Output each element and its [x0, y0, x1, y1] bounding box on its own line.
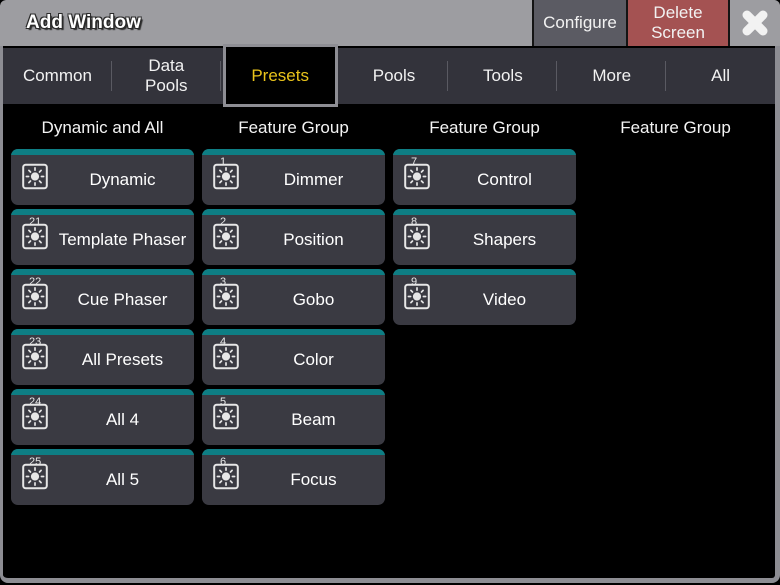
preset-sun-icon	[213, 284, 239, 315]
title-bar: Add Window Configure Delete Screen	[0, 0, 780, 46]
preset-button-focus[interactable]: 6 Focus	[202, 449, 385, 505]
preset-button-control[interactable]: 7 Control	[393, 149, 576, 205]
preset-sun-icon	[22, 284, 48, 315]
preset-button-label: Beam	[246, 395, 381, 445]
close-icon	[740, 8, 770, 38]
preset-column-2: 7 Control8 Shapers9 Video	[393, 149, 576, 325]
preset-button-label: Control	[437, 155, 572, 205]
preset-button-all-4[interactable]: 24 All 4	[11, 389, 194, 445]
tab-data-pools[interactable]: Data Pools	[112, 48, 221, 104]
preset-button-cue-phaser[interactable]: 22 Cue Phaser	[11, 269, 194, 325]
tab-pools[interactable]: Pools	[340, 48, 449, 104]
preset-grid: Dynamic21 Template Phaser22 Cue Phaser23…	[11, 149, 767, 505]
preset-button-label: All 5	[55, 455, 190, 505]
preset-sun-icon	[22, 344, 48, 375]
tab-bar: CommonData PoolsPresetsPoolsToolsMoreAll	[3, 48, 775, 104]
preset-sun-icon	[22, 224, 48, 255]
preset-button-label: Gobo	[246, 275, 381, 325]
preset-column-1: 1 Dimmer2 Position3 Gobo4 Color5 Beam6 F…	[202, 149, 385, 505]
preset-button-label: Position	[246, 215, 381, 265]
tab-more[interactable]: More	[557, 48, 666, 104]
preset-sun-icon	[213, 404, 239, 435]
add-window-dialog: Add Window Configure Delete Screen Commo…	[0, 0, 780, 585]
preset-sun-icon	[213, 464, 239, 495]
configure-button[interactable]: Configure	[532, 0, 628, 46]
tab-common[interactable]: Common	[3, 48, 112, 104]
preset-button-gobo[interactable]: 3 Gobo	[202, 269, 385, 325]
preset-button-label: Video	[437, 275, 572, 325]
preset-button-label: Cue Phaser	[55, 275, 190, 325]
preset-button-shapers[interactable]: 8 Shapers	[393, 209, 576, 265]
column-header-2: Feature Group	[393, 114, 576, 138]
column-header-0: Dynamic and All	[11, 114, 194, 138]
tab-presets[interactable]: Presets	[223, 44, 338, 107]
column-header-3: Feature Group	[584, 114, 767, 138]
preset-button-dynamic[interactable]: Dynamic	[11, 149, 194, 205]
preset-sun-icon	[404, 224, 430, 255]
preset-sun-icon	[22, 164, 48, 195]
preset-button-label: Color	[246, 335, 381, 385]
preset-button-label: Dynamic	[55, 155, 190, 205]
tab-all[interactable]: All	[666, 48, 775, 104]
preset-sun-icon	[213, 224, 239, 255]
preset-button-video[interactable]: 9 Video	[393, 269, 576, 325]
preset-column-0: Dynamic21 Template Phaser22 Cue Phaser23…	[11, 149, 194, 505]
preset-sun-icon	[404, 164, 430, 195]
preset-sun-icon	[22, 404, 48, 435]
preset-button-label: All 4	[55, 395, 190, 445]
close-button[interactable]	[728, 0, 780, 46]
preset-button-label: Dimmer	[246, 155, 381, 205]
preset-sun-icon	[213, 344, 239, 375]
tab-tools[interactable]: Tools	[448, 48, 557, 104]
preset-button-position[interactable]: 2 Position	[202, 209, 385, 265]
column-header-1: Feature Group	[202, 114, 385, 138]
preset-button-color[interactable]: 4 Color	[202, 329, 385, 385]
preset-button-label: Focus	[246, 455, 381, 505]
delete-screen-button[interactable]: Delete Screen	[628, 0, 728, 46]
dialog-title: Add Window	[0, 0, 532, 46]
preset-button-all-5[interactable]: 25 All 5	[11, 449, 194, 505]
preset-button-all-presets[interactable]: 23 All Presets	[11, 329, 194, 385]
preset-button-beam[interactable]: 5 Beam	[202, 389, 385, 445]
content-area: Dynamic and All Feature Group Feature Grou…	[3, 104, 775, 505]
preset-button-label: Shapers	[437, 215, 572, 265]
preset-button-label: Template Phaser	[55, 215, 190, 265]
dialog-body: CommonData PoolsPresetsPoolsToolsMoreAll…	[0, 46, 780, 583]
preset-button-template-phaser[interactable]: 21 Template Phaser	[11, 209, 194, 265]
preset-sun-icon	[404, 284, 430, 315]
preset-sun-icon	[22, 464, 48, 495]
preset-button-dimmer[interactable]: 1 Dimmer	[202, 149, 385, 205]
preset-button-label: All Presets	[55, 335, 190, 385]
preset-sun-icon	[213, 164, 239, 195]
column-headers: Dynamic and All Feature Group Feature Grou…	[11, 114, 767, 138]
